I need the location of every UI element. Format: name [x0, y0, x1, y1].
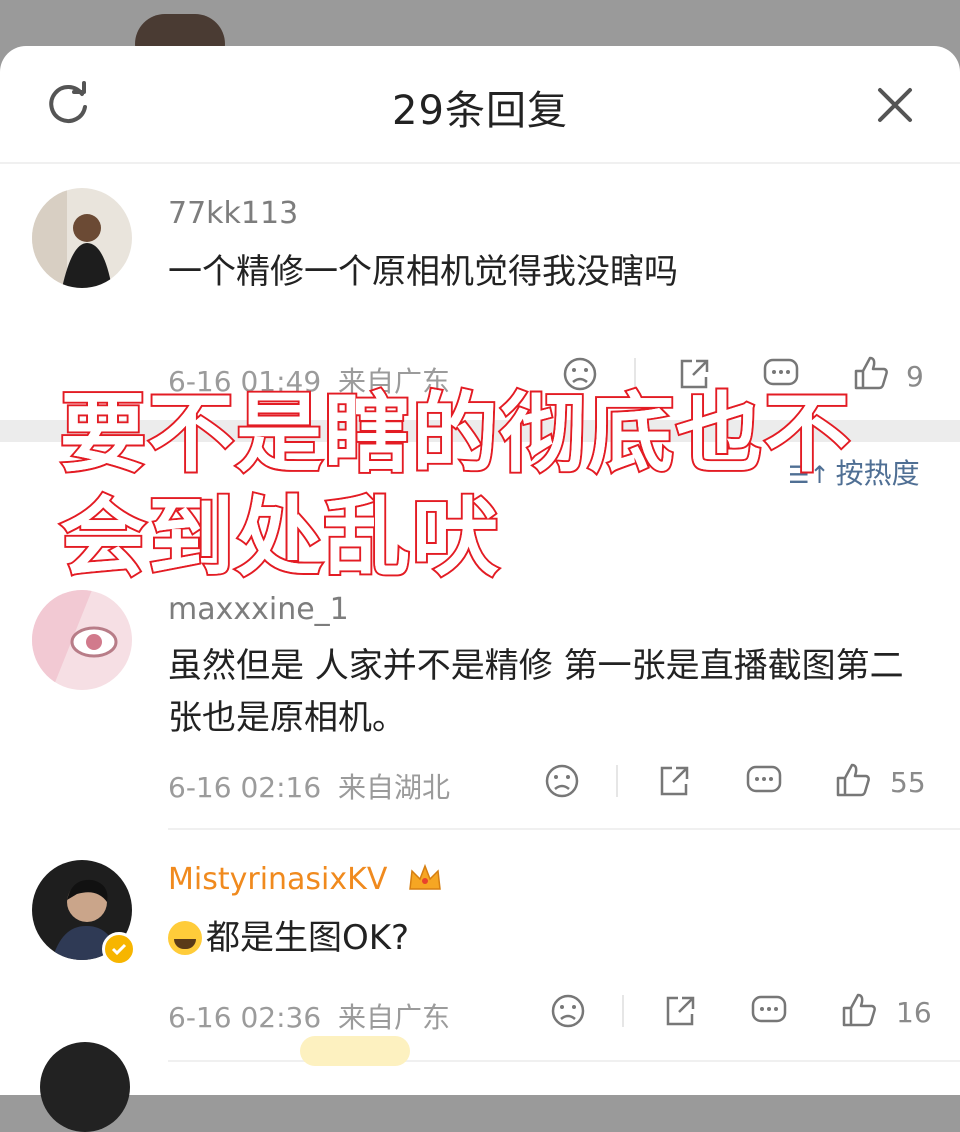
- username[interactable]: maxxxine_1: [168, 592, 349, 627]
- close-icon[interactable]: [870, 80, 920, 130]
- crying-emoji-icon: [168, 921, 202, 955]
- like-count: 55: [890, 766, 926, 799]
- sheet-title: 29条回复: [392, 88, 568, 134]
- overlay-line-2: 会到处乱吠: [58, 486, 500, 590]
- avatar[interactable]: [32, 188, 132, 288]
- comment-divider: [168, 1060, 960, 1062]
- comment-icon[interactable]: [745, 763, 783, 799]
- sheet-header: 29条回复: [0, 46, 960, 164]
- username[interactable]: 77kk113: [168, 196, 298, 231]
- comment-time: 6-16 02:36: [168, 1001, 322, 1034]
- dislike-icon[interactable]: [550, 993, 586, 1029]
- comment-divider: [168, 828, 960, 830]
- comment-location: 来自广东: [338, 1001, 451, 1034]
- like-count: 16: [896, 996, 932, 1029]
- verified-badge-icon: [102, 932, 136, 966]
- separator: [622, 995, 624, 1027]
- comment-time: 6-16 02:16: [168, 771, 322, 804]
- comment-meta: 6-16 02:36 来自广东: [168, 996, 450, 1036]
- partial-badge: [300, 1036, 410, 1066]
- comment-icon[interactable]: [750, 993, 788, 1029]
- username-text: MistyrinasixKV: [168, 862, 388, 897]
- overlay-annotation: 要不是瞎的彻底也不 会到处乱吠: [58, 382, 920, 590]
- comment-meta: 6-16 02:16 来自湖北: [168, 766, 450, 806]
- crown-icon: [407, 863, 443, 901]
- avatar[interactable]: [40, 1042, 130, 1132]
- comment-text-content: 都是生图OK?: [206, 918, 410, 958]
- comment-text: 一个精修一个原相机觉得我没瞎吗: [168, 252, 678, 292]
- username[interactable]: MistyrinasixKV: [168, 862, 443, 901]
- comment-text: 都是生图OK?: [168, 912, 928, 964]
- like-icon[interactable]: [834, 761, 872, 799]
- overlay-line-1: 要不是瞎的彻底也不: [58, 382, 852, 486]
- separator: [616, 765, 618, 797]
- share-icon[interactable]: [656, 763, 692, 799]
- comment-text: 虽然但是 人家并不是精修 第一张是直播截图第二张也是原相机。: [168, 646, 904, 738]
- like-icon[interactable]: [840, 991, 878, 1029]
- share-icon[interactable]: [662, 993, 698, 1029]
- dislike-icon[interactable]: [544, 763, 580, 799]
- comment-location: 来自湖北: [338, 771, 451, 804]
- avatar[interactable]: [32, 590, 132, 690]
